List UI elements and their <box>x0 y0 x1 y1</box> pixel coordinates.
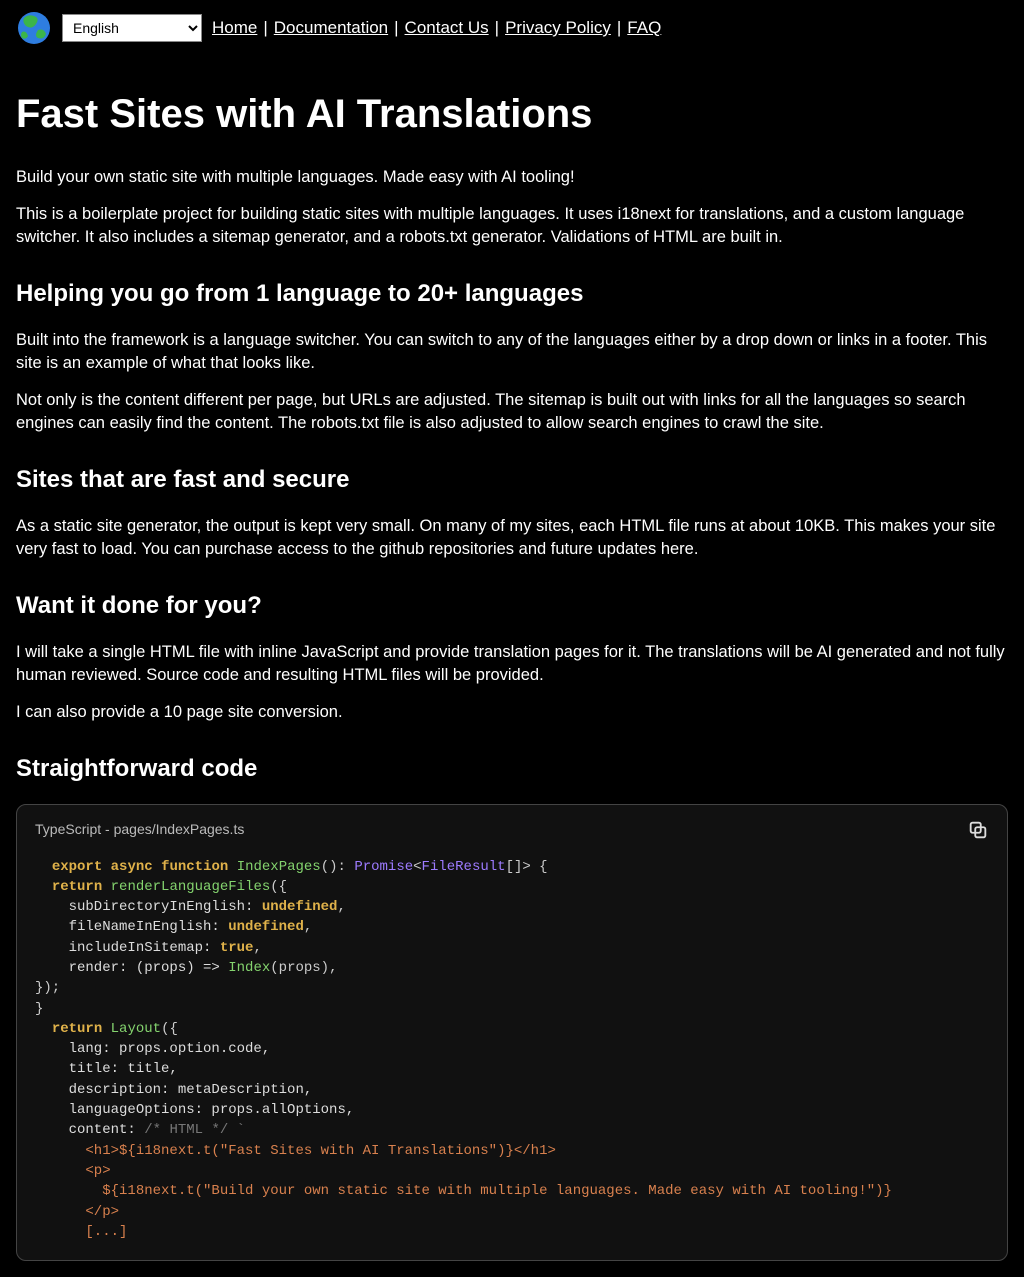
section-heading-done-for-you: Want it done for you? <box>16 589 1008 623</box>
done-for-you-paragraph-1: I will take a single HTML file with inli… <box>16 641 1008 687</box>
main-content: Fast Sites with AI Translations Build yo… <box>0 86 1024 1277</box>
languages-paragraph-1: Built into the framework is a language s… <box>16 329 1008 375</box>
nav-home[interactable]: Home <box>212 16 257 40</box>
top-nav: Home | Documentation | Contact Us | Priv… <box>212 16 661 40</box>
code-filename: TypeScript - pages/IndexPages.ts <box>35 820 244 840</box>
section-heading-fast-secure: Sites that are fast and secure <box>16 463 1008 497</box>
globe-icon <box>16 10 52 46</box>
language-select[interactable]: English <box>62 14 202 42</box>
intro-paragraph-1: Build your own static site with multiple… <box>16 166 1008 189</box>
code-block: TypeScript - pages/IndexPages.ts export … <box>16 804 1008 1262</box>
copy-icon[interactable] <box>967 819 989 841</box>
nav-contact[interactable]: Contact Us <box>405 16 489 40</box>
page-title: Fast Sites with AI Translations <box>16 86 1008 142</box>
done-for-you-paragraph-2: I can also provide a 10 page site conver… <box>16 701 1008 724</box>
languages-paragraph-2: Not only is the content different per pa… <box>16 389 1008 435</box>
code-header: TypeScript - pages/IndexPages.ts <box>35 819 989 841</box>
code-content: export async function IndexPages(): Prom… <box>35 857 989 1243</box>
section-heading-code: Straightforward code <box>16 752 1008 786</box>
nav-privacy[interactable]: Privacy Policy <box>505 16 611 40</box>
nav-faq[interactable]: FAQ <box>627 16 661 40</box>
nav-documentation[interactable]: Documentation <box>274 16 388 40</box>
section-heading-languages: Helping you go from 1 language to 20+ la… <box>16 277 1008 311</box>
nav-sep: | <box>493 16 501 40</box>
intro-paragraph-2: This is a boilerplate project for buildi… <box>16 203 1008 249</box>
fast-secure-paragraph: As a static site generator, the output i… <box>16 515 1008 561</box>
site-header: English Home | Documentation | Contact U… <box>0 0 1024 56</box>
nav-sep: | <box>261 16 269 40</box>
nav-sep: | <box>392 16 400 40</box>
nav-sep: | <box>615 16 623 40</box>
